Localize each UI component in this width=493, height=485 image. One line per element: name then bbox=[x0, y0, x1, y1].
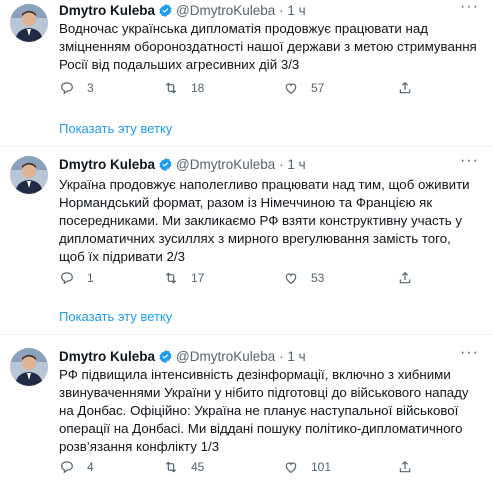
more-dots-icon[interactable]: ··· bbox=[460, 0, 479, 16]
retweet-arrows-icon bbox=[165, 461, 177, 473]
reply-count: 3 bbox=[87, 81, 94, 95]
author-handle[interactable]: @DmytroKuleba bbox=[176, 3, 275, 18]
retweet-button[interactable]: 18 bbox=[163, 80, 204, 96]
show-thread-link[interactable]: Показать эту ветку bbox=[59, 121, 172, 136]
divider bbox=[0, 334, 493, 335]
heart-icon bbox=[285, 83, 297, 95]
tweet-time[interactable]: 1 ч bbox=[287, 157, 305, 172]
retweet-button[interactable]: 45 bbox=[163, 459, 204, 475]
share-upload-icon bbox=[399, 81, 411, 94]
like-count: 57 bbox=[311, 81, 325, 95]
tweet[interactable]: Dmytro Kuleba @DmytroKuleba · 1 ч ··· Укр… bbox=[0, 152, 493, 324]
reply-button[interactable]: 1 bbox=[59, 270, 94, 286]
retweet-arrows-icon bbox=[165, 272, 177, 284]
tweet-time[interactable]: 1 ч bbox=[287, 3, 305, 18]
tweet-actions: 1 17 53 bbox=[59, 270, 479, 288]
like-button[interactable]: 101 bbox=[283, 459, 331, 475]
share-upload-icon bbox=[399, 271, 411, 284]
verified-badge-icon bbox=[158, 157, 173, 177]
author-name[interactable]: Dmytro Kuleba bbox=[59, 157, 155, 172]
reply-button[interactable]: 4 bbox=[59, 459, 94, 475]
author-handle[interactable]: @DmytroKuleba bbox=[176, 349, 275, 364]
like-count: 53 bbox=[311, 271, 325, 285]
like-button[interactable]: 53 bbox=[283, 270, 324, 286]
share-button[interactable] bbox=[397, 459, 423, 475]
share-button[interactable] bbox=[397, 80, 423, 96]
retweet-count: 45 bbox=[191, 460, 205, 474]
retweet-count: 18 bbox=[191, 81, 205, 95]
avatar[interactable] bbox=[10, 4, 48, 42]
tweet-text: Україна продовжує наполегливо працювати … bbox=[59, 177, 470, 264]
tweet-time[interactable]: 1 ч bbox=[287, 349, 305, 364]
separator-dot: · bbox=[279, 3, 284, 18]
like-count: 101 bbox=[311, 460, 332, 474]
like-button[interactable]: 57 bbox=[283, 80, 324, 96]
speech-bubble-icon bbox=[61, 82, 73, 95]
more-dots-icon[interactable]: ··· bbox=[460, 344, 479, 362]
separator-dot: · bbox=[279, 157, 284, 172]
separator-dot: · bbox=[279, 349, 284, 364]
author-name[interactable]: Dmytro Kuleba bbox=[59, 349, 155, 364]
author-handle[interactable]: @DmytroKuleba bbox=[176, 157, 275, 172]
retweet-button[interactable]: 17 bbox=[163, 270, 204, 286]
tweet-feed: Dmytro Kuleba @DmytroKuleba · 1 ч ··· Вод… bbox=[0, 0, 493, 485]
avatar-image bbox=[10, 156, 48, 194]
tweet-text: РФ підвищила інтенсивність дезінформації… bbox=[59, 367, 469, 454]
avatar[interactable] bbox=[10, 348, 48, 386]
retweet-count: 17 bbox=[191, 271, 205, 285]
speech-bubble-icon bbox=[61, 461, 73, 474]
reply-button[interactable]: 3 bbox=[59, 80, 94, 96]
show-thread-link[interactable]: Показать эту ветку bbox=[59, 309, 172, 324]
tweet-text: Водночас українська дипломатія продовжує… bbox=[59, 21, 477, 72]
speech-bubble-icon bbox=[61, 272, 73, 285]
retweet-arrows-icon bbox=[165, 82, 177, 94]
avatar-image bbox=[10, 4, 48, 42]
avatar[interactable] bbox=[10, 156, 48, 194]
share-upload-icon bbox=[399, 460, 411, 473]
divider bbox=[0, 146, 493, 147]
tweet-actions: 3 18 57 bbox=[59, 80, 479, 98]
heart-icon bbox=[285, 462, 297, 474]
share-button[interactable] bbox=[397, 270, 423, 286]
author-name[interactable]: Dmytro Kuleba bbox=[59, 3, 155, 18]
heart-icon bbox=[285, 273, 297, 285]
tweet[interactable]: Dmytro Kuleba @DmytroKuleba · 1 ч ··· РФ … bbox=[0, 344, 493, 485]
tweet-actions: 4 45 101 bbox=[59, 459, 479, 477]
reply-count: 4 bbox=[87, 460, 94, 474]
avatar-image bbox=[10, 348, 48, 386]
more-dots-icon[interactable]: ··· bbox=[460, 152, 479, 170]
reply-count: 1 bbox=[87, 271, 94, 285]
tweet[interactable]: Dmytro Kuleba @DmytroKuleba · 1 ч ··· Вод… bbox=[0, 0, 493, 140]
